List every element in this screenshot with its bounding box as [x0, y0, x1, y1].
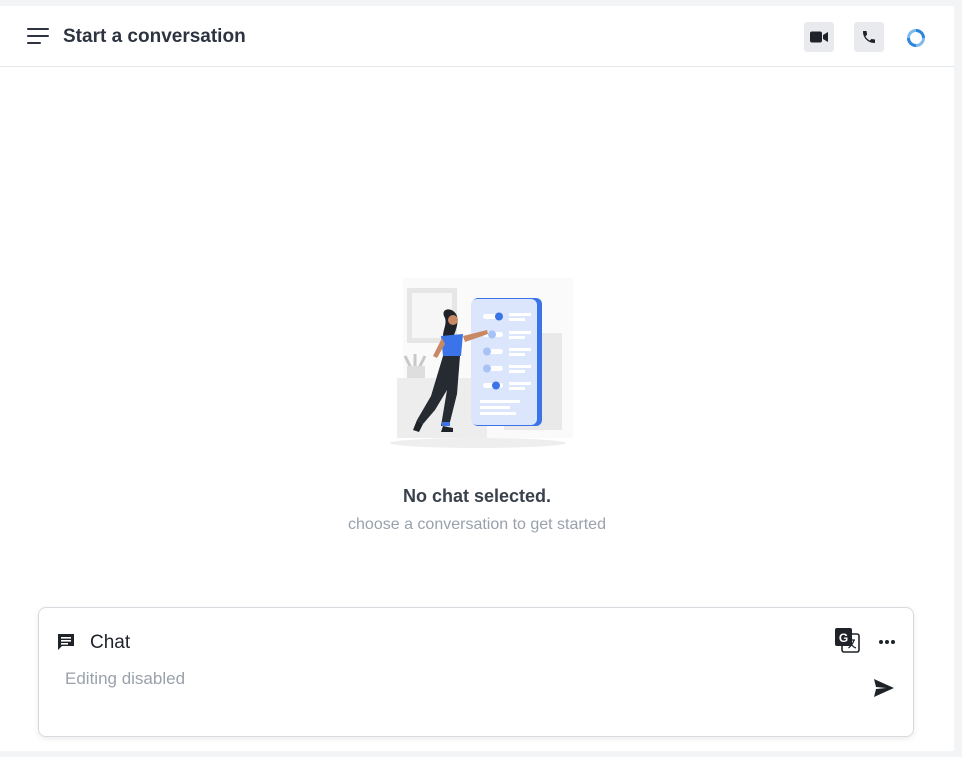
empty-state-title: No chat selected. — [402, 486, 552, 506]
translate-button[interactable]: G — [833, 626, 861, 654]
page-title: Start a conversation — [63, 26, 246, 47]
chat-window: Start a conversation No chat selected. c… — [0, 6, 954, 751]
video-camera-icon — [810, 31, 828, 43]
video-call-button[interactable] — [804, 22, 834, 52]
translate-icon: G — [835, 628, 860, 653]
svg-text:G: G — [839, 631, 848, 645]
status-ring-icon — [907, 29, 925, 47]
message-input[interactable]: Editing disabled — [65, 669, 825, 689]
chat-bubble-icon — [56, 632, 76, 652]
empty-state-illustration — [383, 278, 573, 454]
status-indicator[interactable] — [903, 25, 929, 51]
phone-icon — [863, 31, 875, 43]
composer-mode-label[interactable]: Chat — [90, 632, 130, 654]
empty-state-subtitle: choose a conversation to get started — [348, 516, 606, 533]
menu-icon[interactable] — [24, 24, 52, 48]
send-button[interactable] — [873, 678, 899, 702]
send-icon — [874, 679, 894, 697]
message-composer: Chat G Editing disabled — [38, 607, 914, 737]
conversation-header: Start a conversation — [0, 6, 954, 67]
more-horizontal-icon — [879, 640, 895, 644]
voice-call-button[interactable] — [854, 22, 884, 52]
more-options-button[interactable] — [875, 630, 899, 654]
